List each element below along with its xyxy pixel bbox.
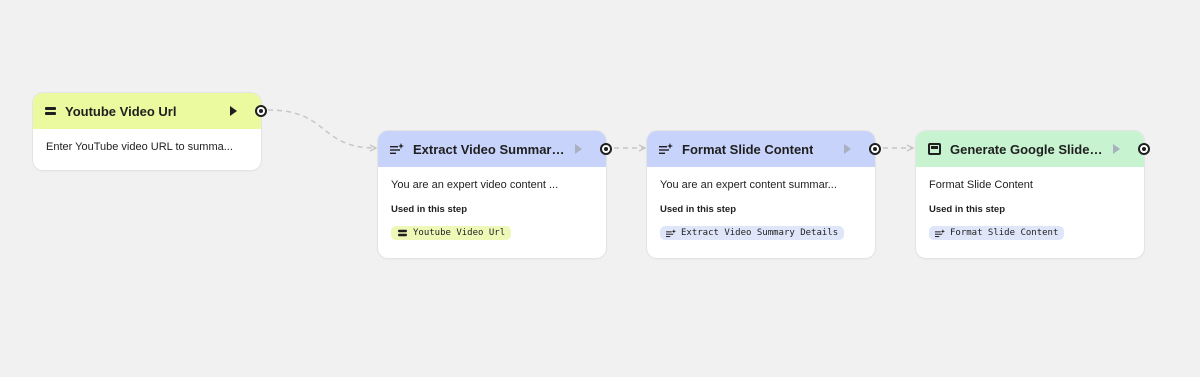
output-port[interactable]	[600, 143, 612, 155]
output-port[interactable]	[1138, 143, 1150, 155]
slides-icon	[928, 143, 941, 155]
input-chip[interactable]: Youtube Video Url	[391, 226, 512, 240]
input-chip[interactable]: Extract Video Summary Details	[660, 226, 845, 240]
node-description: You are an expert video content ...	[391, 179, 559, 191]
run-step-icon[interactable]	[1113, 144, 1120, 154]
chip-label: Extract Video Summary Details	[681, 228, 839, 238]
node-title: Format Slide Content	[682, 141, 814, 157]
run-step-icon[interactable]	[575, 144, 582, 154]
node-youtube-video-url[interactable]: Youtube Video Url Enter YouTube video UR…	[33, 93, 267, 170]
node-header[interactable]: Youtube Video Url	[33, 93, 267, 129]
generate-text-icon	[659, 143, 673, 154]
node-extract-video-summary[interactable]: Extract Video Summary ... You are an exp…	[378, 131, 612, 258]
edge-youtube-to-extract	[267, 109, 377, 149]
chip-label: Youtube Video Url	[413, 228, 506, 238]
input-icon	[45, 106, 56, 116]
chip-label: Format Slide Content	[950, 228, 1059, 238]
used-in-step-label: Used in this step	[660, 204, 737, 215]
input-icon	[398, 229, 407, 237]
node-generate-google-slide[interactable]: Generate Google Slide P... Format Slide …	[916, 131, 1150, 258]
node-title: Generate Google Slide P...	[950, 141, 1105, 157]
generate-text-icon	[390, 143, 404, 154]
generate-text-icon	[935, 228, 945, 237]
node-title: Extract Video Summary ...	[413, 141, 568, 157]
output-port[interactable]	[255, 105, 267, 117]
output-port[interactable]	[869, 143, 881, 155]
node-description: Format Slide Content	[929, 179, 1033, 191]
used-in-step-label: Used in this step	[391, 204, 468, 215]
used-in-step-label: Used in this step	[929, 204, 1006, 215]
node-title: Youtube Video Url	[65, 103, 177, 119]
node-header[interactable]: Format Slide Content	[647, 131, 881, 167]
node-header[interactable]: Extract Video Summary ...	[378, 131, 612, 167]
node-header[interactable]: Generate Google Slide P...	[916, 131, 1150, 167]
node-description: You are an expert content summar...	[660, 179, 837, 191]
run-step-icon[interactable]	[844, 144, 851, 154]
run-step-icon[interactable]	[230, 106, 237, 116]
input-chip[interactable]: Format Slide Content	[929, 226, 1065, 240]
node-description: Enter YouTube video URL to summa...	[46, 141, 233, 153]
generate-text-icon	[666, 228, 676, 237]
node-format-slide-content[interactable]: Format Slide Content You are an expert c…	[647, 131, 881, 258]
